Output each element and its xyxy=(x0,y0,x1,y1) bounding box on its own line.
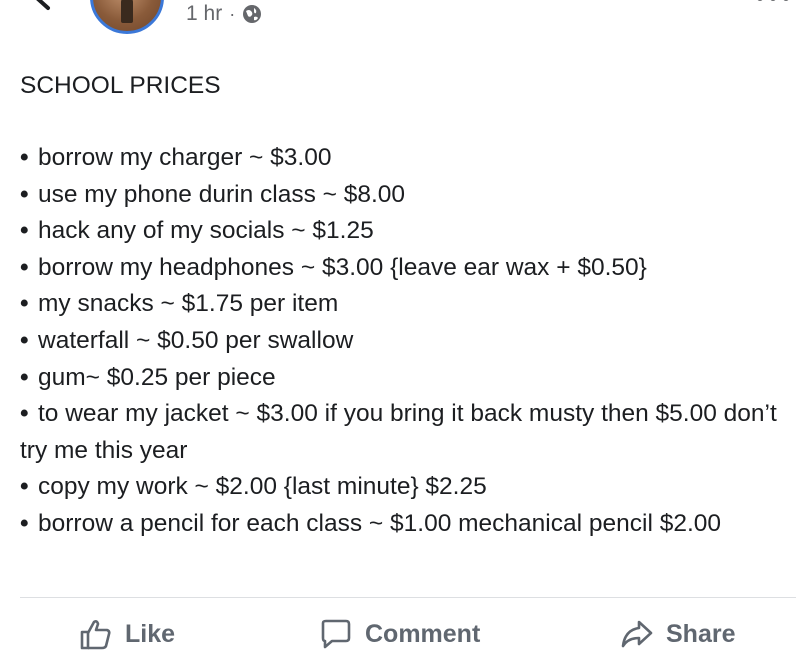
list-item: • borrow my charger ~ $3.00 xyxy=(20,140,790,177)
more-icon[interactable] xyxy=(756,0,790,4)
share-label: Share xyxy=(666,619,736,648)
list-item: • use my phone durin class ~ $8.00 xyxy=(20,177,790,214)
list-item: • borrow my headphones ~ $3.00 {leave ear… xyxy=(20,250,790,287)
globe-icon[interactable] xyxy=(242,4,262,24)
action-bar: Like Comment Share xyxy=(0,598,796,669)
list-item-text: to wear my jacket ~ $3.00 if you bring i… xyxy=(20,400,777,464)
bullet-icon: • xyxy=(20,400,29,428)
list-item-text: hack any of my socials ~ $1.25 xyxy=(38,217,374,245)
list-item: • borrow a pencil for each class ~ $1.00 … xyxy=(20,506,790,543)
list-item-text: copy my work ~ $2.00 {last minute} $2.25 xyxy=(38,473,487,501)
bullet-icon: • xyxy=(20,144,29,171)
avatar-figure xyxy=(121,0,133,23)
list-item-text: borrow my charger ~ $3.00 xyxy=(38,144,332,171)
list-item-text: waterfall ~ $0.50 per swallow xyxy=(38,326,354,354)
bullet-icon: • xyxy=(20,509,29,537)
comment-button[interactable]: Comment xyxy=(319,614,480,654)
post-body: SCHOOL PRICES • borrow my charger ~ $3.00… xyxy=(20,70,790,537)
bullet-icon: • xyxy=(20,180,29,208)
meta-separator: · xyxy=(229,3,236,24)
bullet-icon: • xyxy=(20,290,29,318)
share-button[interactable]: Share xyxy=(620,614,735,654)
list-item: • copy my work ~ $2.00 {last minute} $2.2… xyxy=(20,469,790,506)
list-item-text: borrow my headphones ~ $3.00 {leave ear … xyxy=(38,253,647,281)
like-label: Like xyxy=(125,619,176,648)
comment-label: Comment xyxy=(365,619,481,648)
list-item-text: my snacks ~ $1.75 per item xyxy=(38,290,339,318)
bullet-icon: • xyxy=(20,253,29,281)
list-item: • hack any of my socials ~ $1.25 xyxy=(20,213,790,250)
thumbs-up-icon xyxy=(80,620,111,650)
bullet-icon: • xyxy=(20,473,29,501)
bullet-icon: • xyxy=(20,326,29,354)
back-arrow-icon[interactable] xyxy=(24,0,58,16)
list-item: • to wear my jacket ~ $3.00 if you bring … xyxy=(20,396,790,469)
comment-icon xyxy=(321,619,351,649)
list-item-text: gum~ $0.25 per piece xyxy=(38,363,276,391)
list-item: • waterfall ~ $0.50 per swallow xyxy=(20,323,790,360)
post-title: SCHOOL PRICES xyxy=(20,72,221,99)
list-item: • my snacks ~ $1.75 per item xyxy=(20,286,790,323)
avatar[interactable] xyxy=(90,0,164,34)
like-button[interactable]: Like xyxy=(79,614,175,654)
price-list: • borrow my charger ~ $3.00 • use my phone… xyxy=(20,140,790,543)
list-item-text: use my phone durin class ~ $8.00 xyxy=(38,180,406,208)
post-meta: 1 hr · xyxy=(186,2,262,26)
post-header: 1 hr · xyxy=(0,0,796,48)
list-item: • gum~ $0.25 per piece xyxy=(20,360,790,397)
bullet-icon: • xyxy=(20,363,29,391)
share-icon xyxy=(621,620,653,648)
bullet-icon: • xyxy=(20,217,29,245)
list-item-text: borrow a pencil for each class ~ $1.00 m… xyxy=(38,509,721,537)
post-timestamp[interactable]: 1 hr xyxy=(186,2,222,26)
